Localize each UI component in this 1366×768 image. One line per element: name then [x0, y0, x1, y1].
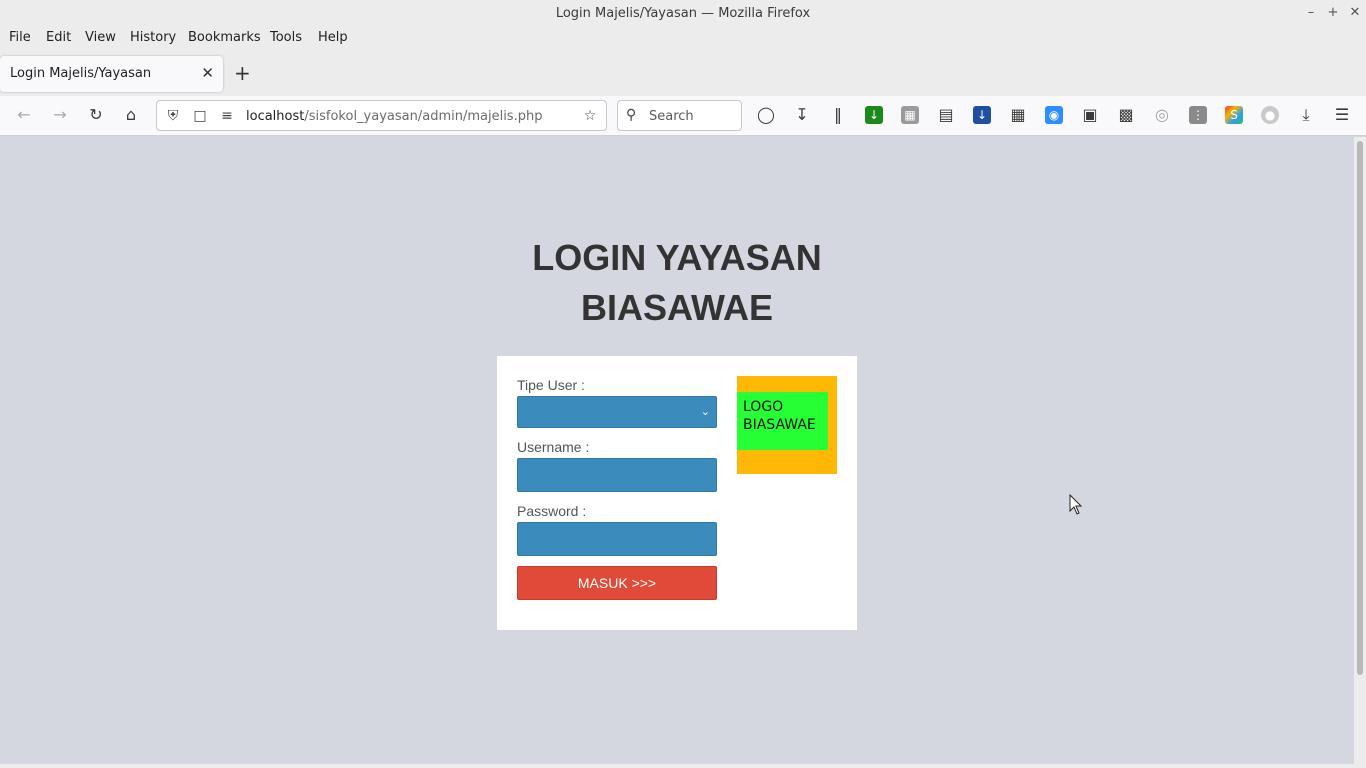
url-text[interactable]: localhost/sisfokol_yayasan/admin/majelis…	[246, 109, 542, 124]
new-tab-icon[interactable]: +	[234, 62, 251, 84]
search-placeholder: Search	[649, 109, 694, 124]
qr-code-extension-icon[interactable]: ▩	[1116, 105, 1136, 125]
search-icon: ⚲	[626, 107, 637, 123]
masuk-button[interactable]: MASUK >>>	[517, 566, 717, 600]
close-window-icon[interactable]: ✕	[1347, 5, 1363, 21]
heading-line-2: BIASAWAE	[580, 287, 774, 328]
pocket-icon[interactable]: ◯	[756, 105, 776, 125]
back-icon[interactable]: ←	[14, 105, 34, 125]
tab-login-majelis[interactable]: Login Majelis/Yayasan ✕	[0, 56, 223, 92]
chevron-down-icon: ⌄	[700, 405, 710, 418]
username-input[interactable]	[517, 458, 717, 492]
menu-tools[interactable]: Tools	[270, 30, 302, 45]
page-heading: LOGIN YAYASAN BIASAWAE	[427, 233, 927, 333]
tab-label: Login Majelis/Yayasan	[10, 66, 152, 81]
url-path: /sisfokol_yayasan/admin/majelis.php	[304, 109, 543, 124]
scrollbar-thumb[interactable]	[1357, 141, 1363, 675]
lock-extension-icon[interactable]: ▣	[1080, 105, 1100, 125]
logo-image: LOGO BIASAWAE	[737, 376, 837, 474]
menu-file[interactable]: File	[9, 30, 31, 45]
logo-text-line-1: LOGO	[743, 399, 784, 415]
window-title: Login Majelis/Yayasan — Mozilla Firefox	[555, 6, 811, 21]
close-tab-icon[interactable]: ✕	[201, 64, 214, 82]
menu-view[interactable]: View	[85, 30, 116, 45]
more-extension-icon[interactable]: ⋮	[1189, 106, 1207, 124]
window-titlebar: Login Majelis/Yayasan — Mozilla Firefox …	[0, 0, 1366, 26]
menu-history[interactable]: History	[130, 30, 176, 45]
globe-extension-icon[interactable]: ◎	[1152, 105, 1172, 125]
grid-extension-icon[interactable]: ▦	[1008, 105, 1028, 125]
minimize-icon[interactable]: –	[1303, 5, 1319, 21]
menu-edit[interactable]: Edit	[46, 30, 71, 45]
menu-bookmarks[interactable]: Bookmarks	[188, 30, 261, 45]
zip-extension-icon[interactable]: ▦	[901, 106, 919, 124]
page-content: LOGIN YAYASAN BIASAWAE Tipe User : ⌄ Use…	[0, 137, 1354, 764]
search-bar[interactable]: ⚲ Search	[617, 100, 742, 131]
color-extension-icon[interactable]: S	[1225, 106, 1243, 124]
menu-bar: File Edit View History Bookmarks Tools H…	[0, 26, 1366, 50]
maximize-icon[interactable]: +	[1325, 5, 1341, 21]
download-manager-extension-icon[interactable]: ↓	[973, 106, 991, 124]
window-bottom-edge	[0, 764, 1366, 768]
forward-icon[interactable]: →	[50, 105, 70, 125]
home-icon[interactable]: ⌂	[121, 105, 141, 125]
heading-line-1: LOGIN YAYASAN	[532, 237, 822, 278]
tipe-user-select[interactable]: ⌄	[517, 396, 717, 428]
bookmark-star-icon[interactable]: ☆	[581, 107, 599, 125]
password-input[interactable]	[517, 522, 717, 556]
username-label: Username :	[517, 439, 590, 455]
logo-text-line-2: BIASAWAE	[743, 417, 816, 433]
reload-icon[interactable]: ↻	[86, 105, 106, 125]
tipe-user-label: Tipe User :	[517, 377, 585, 393]
page-info-icon[interactable]: □	[191, 107, 209, 125]
zoom-extension-icon[interactable]: ◉	[1045, 106, 1063, 124]
green-download-extension-icon[interactable]: ↓	[865, 106, 883, 124]
logo-inner: LOGO BIASAWAE	[737, 392, 828, 450]
password-label: Password :	[517, 503, 587, 519]
downloads-icon[interactable]: ↧	[792, 105, 812, 125]
navigation-bar: ← → ↻ ⌂ ⛨ □ ≡ localhost/sisfokol_yayasan…	[0, 96, 1366, 136]
mouse-cursor-icon	[1069, 494, 1083, 515]
permissions-icon[interactable]: ≡	[218, 107, 236, 125]
login-card: Tipe User : ⌄ Username : Password : MASU…	[497, 356, 857, 630]
page-scrollbar[interactable]	[1354, 137, 1366, 764]
tracking-shield-icon[interactable]: ⛨	[164, 107, 182, 125]
tab-strip: Login Majelis/Yayasan ✕ +	[0, 50, 1366, 96]
download-arrow-icon[interactable]: ⤓	[1296, 105, 1316, 125]
library-icon[interactable]: ‖	[828, 105, 848, 125]
reader-view-icon[interactable]: ▤	[936, 105, 956, 125]
menu-help[interactable]: Help	[318, 30, 348, 45]
url-host: localhost	[246, 109, 305, 124]
app-menu-icon[interactable]: ☰	[1332, 105, 1352, 125]
record-extension-icon[interactable]: ●	[1261, 106, 1279, 124]
url-bar[interactable]: ⛨ □ ≡ localhost/sisfokol_yayasan/admin/m…	[156, 100, 607, 131]
